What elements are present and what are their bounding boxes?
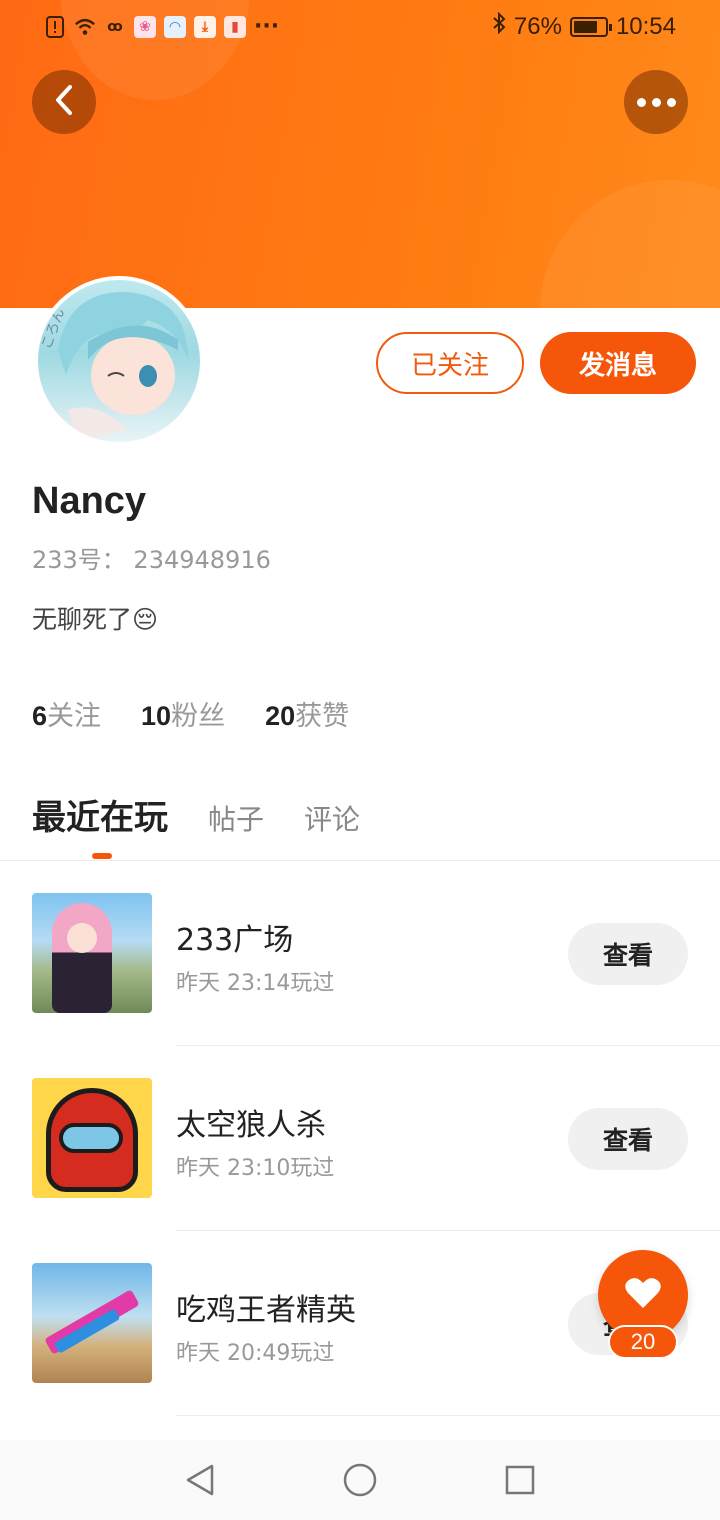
download-icon: ⤓	[194, 15, 216, 38]
profile-stats: 6关注 10粉丝 20获赞	[32, 694, 349, 733]
home-circle-icon	[343, 1463, 377, 1501]
more-notifications-indicator: ···	[254, 14, 280, 39]
battery-percent: 76%	[513, 12, 562, 40]
game-title: 233广场	[176, 923, 294, 958]
status-bar: ꝏ ❀ ◠ ⤓ ▮ ··· 76% 10:54	[0, 0, 720, 56]
followed-button[interactable]: 已关注	[376, 332, 524, 394]
stat-followers[interactable]: 10粉丝	[141, 694, 225, 733]
more-horizontal-icon	[636, 97, 676, 107]
browser-app-icon: ◠	[164, 15, 186, 38]
profile-tabs: 最近在玩 帖子 评论	[32, 790, 360, 839]
chevron-left-icon	[54, 84, 74, 120]
nav-home-button[interactable]	[340, 1462, 380, 1502]
list-item[interactable]: 233广场 昨天 23:14玩过 查看	[0, 893, 720, 1078]
app-icon: ꝏ	[107, 18, 123, 35]
stat-number: 20	[265, 701, 296, 731]
avatar-image: ころん	[38, 280, 200, 442]
wifi-icon	[74, 16, 96, 38]
nav-back-button[interactable]	[180, 1462, 220, 1502]
game-title: 吃鸡王者精英	[176, 1293, 356, 1328]
list-item[interactable]: 太空狼人杀 昨天 23:10玩过 查看	[0, 1078, 720, 1263]
divider	[176, 1415, 720, 1416]
user-id: 233号： 234948916	[32, 546, 271, 574]
divider	[0, 860, 720, 861]
view-game-button[interactable]: 查看	[568, 1108, 688, 1170]
like-count-badge: 20	[608, 1325, 678, 1359]
thumbnail-visor	[59, 1123, 123, 1153]
game-last-played: 昨天 23:10玩过	[176, 1156, 335, 1181]
system-nav-bar	[0, 1440, 720, 1520]
game-last-played: 昨天 23:14玩过	[176, 971, 335, 996]
game-thumbnail	[32, 1263, 152, 1383]
header-decor-circle	[540, 180, 720, 308]
game-thumbnail	[32, 1078, 152, 1198]
stat-label: 获赞	[295, 701, 350, 732]
game-thumbnail	[32, 893, 152, 1013]
stat-following[interactable]: 6关注	[32, 694, 101, 733]
divider	[176, 1230, 720, 1231]
tab-comments[interactable]: 评论	[304, 798, 360, 838]
thumbnail-face	[67, 923, 97, 953]
thumbnail-figure	[46, 1088, 138, 1192]
heart-icon	[624, 1276, 662, 1314]
stat-number: 6	[32, 701, 48, 731]
active-tab-indicator	[92, 853, 112, 859]
stat-label: 关注	[47, 701, 102, 732]
clock: 10:54	[615, 12, 676, 40]
back-button[interactable]	[32, 70, 96, 134]
divider	[176, 1045, 720, 1046]
send-message-button[interactable]: 发消息	[540, 332, 696, 394]
stat-number: 10	[141, 701, 172, 731]
battery-fill	[573, 20, 597, 33]
thumbnail-figure	[52, 903, 112, 1013]
tab-recently-played[interactable]: 最近在玩	[32, 790, 168, 839]
view-game-button[interactable]: 查看	[568, 923, 688, 985]
back-triangle-icon	[184, 1463, 216, 1501]
stat-label: 粉丝	[171, 701, 226, 732]
more-options-button[interactable]	[624, 70, 688, 134]
recents-square-icon	[504, 1464, 536, 1500]
profile-bio: 无聊死了😔	[32, 605, 159, 634]
game-title: 太空狼人杀	[176, 1108, 326, 1143]
avatar[interactable]: ころん	[34, 276, 204, 446]
nav-recents-button[interactable]	[500, 1462, 540, 1502]
flower-app-icon: ❀	[134, 15, 156, 38]
book-app-icon: ▮	[224, 15, 246, 38]
battery-icon	[569, 16, 612, 37]
stat-likes[interactable]: 20获赞	[265, 694, 349, 733]
alert-icon	[44, 15, 66, 38]
bluetooth-icon	[492, 11, 506, 41]
tab-posts[interactable]: 帖子	[208, 798, 264, 838]
game-last-played: 昨天 20:49玩过	[176, 1341, 335, 1366]
profile-name: Nancy	[32, 480, 147, 522]
